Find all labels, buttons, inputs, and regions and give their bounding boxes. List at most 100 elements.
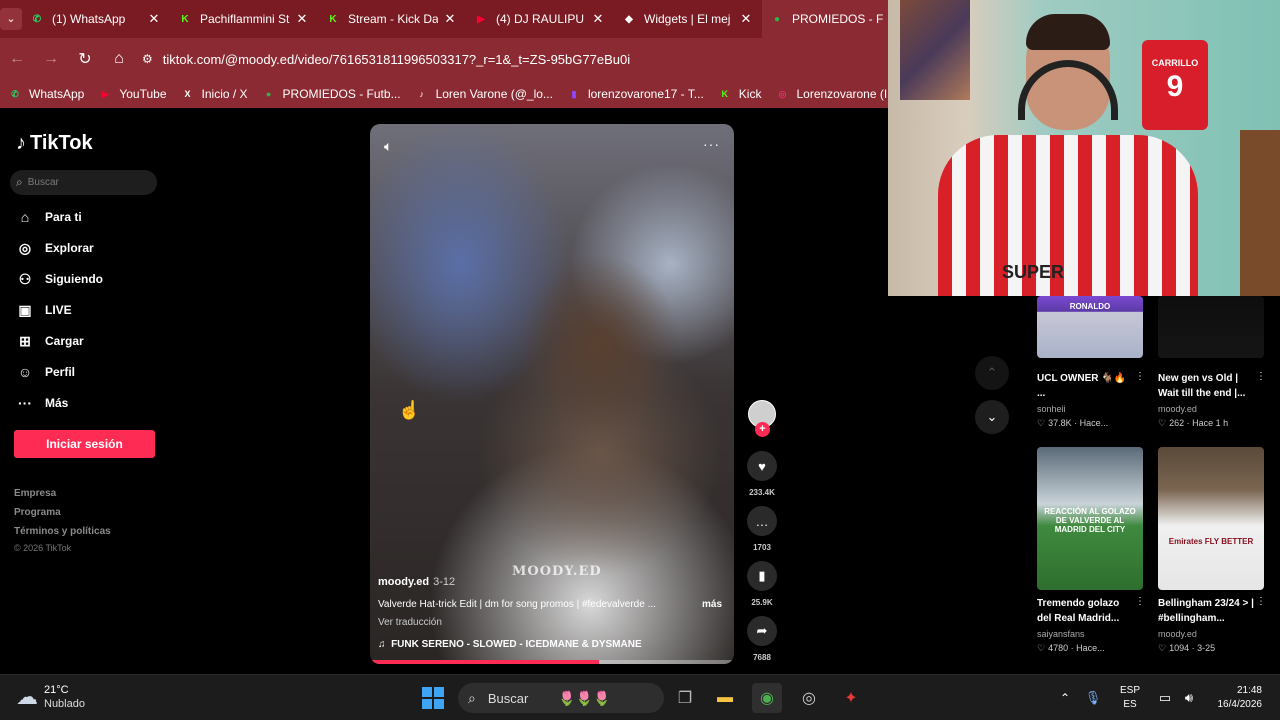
taskbar-search[interactable]: ⌕ Buscar 🌷🌷🌷 [458, 683, 664, 713]
browser-tab[interactable]: ◆ Widgets | El mej ✕ [614, 0, 762, 38]
tab-search-button[interactable]: ⌄ [0, 0, 22, 38]
more-options-icon[interactable]: ⋮ [1256, 596, 1266, 607]
login-button[interactable]: Iniciar sesión [14, 430, 155, 458]
more-icon: ··· [18, 395, 32, 411]
twitch-icon: ▮ [571, 88, 577, 99]
more-options-icon[interactable]: ⋮ [1256, 371, 1266, 382]
task-view-icon[interactable]: ❐ [670, 683, 700, 713]
bookmark-item[interactable]: ▮ lorenzovarone17 - T... [567, 87, 704, 101]
save-button[interactable]: ▮ [747, 561, 777, 591]
bookmark-item[interactable]: X Inicio / X [181, 87, 248, 101]
sidebar-item-profile[interactable]: ☺ Perfil [16, 363, 75, 381]
browser-tab[interactable]: ✆ (1) WhatsApp ✕ [22, 0, 170, 38]
browser-tab[interactable]: ▶ (4) DJ RAULIPU ✕ [466, 0, 614, 38]
video-progress-bar[interactable] [370, 660, 734, 664]
close-icon[interactable]: ✕ [294, 11, 310, 27]
address-bar[interactable]: ⚙ tiktok.com/@moody.ed/video/76165318119… [142, 52, 630, 67]
browser-tab[interactable]: K Stream - Kick Da ✕ [318, 0, 466, 38]
weather-widget[interactable]: ☁ 21°C Nublado [16, 683, 85, 711]
bookmark-item[interactable]: K Kick [718, 87, 762, 101]
footer-link-terms[interactable]: Términos y políticas [14, 526, 111, 537]
close-icon[interactable]: ✕ [738, 11, 754, 27]
taskbar-search-label: Buscar [487, 690, 529, 706]
copyright: © 2026 TikTok [14, 543, 72, 553]
close-icon[interactable]: ✕ [590, 11, 606, 27]
search-icon: ⌕ [16, 175, 23, 189]
tab-label: Pachiflammini St [200, 12, 290, 26]
whatsapp-icon: ✆ [11, 88, 19, 99]
bookmark-label: YouTube [119, 87, 167, 101]
footer-link-empresa[interactable]: Empresa [14, 488, 56, 499]
sidebar-item-compass[interactable]: ◎ Explorar [16, 239, 94, 257]
sidebar-item-live-tv[interactable]: ▣ LIVE [16, 301, 71, 319]
comment-button[interactable]: … [747, 506, 777, 536]
share-count: 7688 [753, 653, 771, 662]
close-icon[interactable]: ✕ [442, 11, 458, 27]
save-count: 25.9K [751, 598, 773, 607]
translate-link[interactable]: Ver traducción [378, 617, 442, 628]
bookmark-item[interactable]: ● PROMIEDOS - Futb... [262, 87, 401, 101]
recommended-video-thumbnail[interactable]: REACCIÓN AL GOLAZO DE VALVERDE AL MADRID… [1037, 447, 1143, 590]
share-button[interactable]: ➦ [747, 616, 777, 646]
recommended-video-author[interactable]: moody.ed [1158, 404, 1197, 414]
caption-more-button[interactable]: más [702, 599, 722, 610]
more-options-icon[interactable]: ··· [703, 136, 720, 152]
kick-icon: K [181, 13, 189, 25]
tiktok-logo[interactable]: ♪ TikTok [16, 132, 93, 155]
search-input[interactable]: ⌕ Buscar [10, 170, 157, 195]
forward-button[interactable]: → [34, 42, 68, 76]
previous-video-button[interactable]: ⌃ [975, 356, 1009, 390]
recommended-video-title[interactable]: Tremendo golazo del Real Madrid... [1037, 596, 1133, 626]
bookmark-item[interactable]: ♪ Loren Varone (@_lo... [415, 87, 553, 101]
more-options-icon[interactable]: ⋮ [1135, 596, 1145, 607]
recommended-video-author[interactable]: saiyansfans [1037, 629, 1085, 639]
tab-label: PROMIEDOS - F [792, 12, 884, 26]
recommended-video-title[interactable]: New gen vs Old | Wait till the end |... [1158, 371, 1254, 401]
microphone-icon[interactable]: 🎙︎ [1078, 683, 1108, 713]
home-button[interactable]: ⌂ [102, 42, 136, 76]
taskbar: ☁ 21°C Nublado ⌕ Buscar 🌷🌷🌷 ❐ ▬ ◉ ◎ ✦ ⌃ … [0, 674, 1280, 720]
recommended-video-title[interactable]: Bellingham 23/24 > | #bellingham... [1158, 596, 1254, 626]
language-indicator[interactable]: ESP ES [1116, 684, 1144, 712]
video-author[interactable]: moody.ed 3-12 [378, 576, 455, 588]
file-explorer-icon[interactable]: ▬ [710, 683, 740, 713]
obs-icon[interactable]: ◎ [794, 683, 824, 713]
reload-button[interactable]: ↻ [68, 42, 102, 76]
sidebar-item-following[interactable]: ⚇ Siguiendo [16, 270, 103, 288]
sidebar-item-label: Siguiendo [45, 272, 103, 286]
recommended-video-thumbnail[interactable]: Emirates FLY BETTER [1158, 447, 1264, 590]
heart-icon: ♡ [1037, 643, 1046, 653]
video-watermark: MOODY.ED [512, 564, 602, 579]
upload-icon: ⊞ [19, 332, 31, 349]
sidebar-item-upload[interactable]: ⊞ Cargar [16, 332, 84, 350]
follow-plus-icon[interactable]: + [755, 422, 770, 437]
more-options-icon[interactable]: ⋮ [1135, 371, 1145, 382]
like-button[interactable]: ♥ [747, 451, 777, 481]
chrome-icon[interactable]: ◉ [752, 683, 782, 713]
video-player[interactable]: 🔈︎ ··· MOODY.ED moody.ed 3-12 Valverde Ha… [370, 124, 734, 664]
volume-icon[interactable]: 🔈︎ [384, 138, 392, 155]
app-red-icon[interactable]: ✦ [836, 683, 866, 713]
bookmark-item[interactable]: ✆ WhatsApp [8, 87, 84, 101]
recommended-video-author[interactable]: moody.ed [1158, 629, 1197, 639]
heart-icon: ♡ [1037, 418, 1046, 428]
music-track[interactable]: ♫ FUNK SERENO - SLOWED - ICEDMANE & DYSM… [378, 639, 642, 650]
sidebar-item-more[interactable]: ··· Más [16, 394, 68, 412]
tray-chevron-up-icon[interactable]: ⌃ [1050, 683, 1080, 713]
site-info-icon[interactable]: ⚙ [142, 52, 153, 66]
bookmark-item[interactable]: ▶ YouTube [98, 87, 167, 101]
browser-tab[interactable]: K Pachiflammini St ✕ [170, 0, 318, 38]
back-button[interactable]: ← [0, 42, 34, 76]
footer-link-programa[interactable]: Programa [14, 507, 61, 518]
close-icon[interactable]: ✕ [146, 11, 162, 27]
next-video-button[interactable]: ⌄ [975, 400, 1009, 434]
clock[interactable]: 21:48 16/4/2026 [1198, 684, 1263, 712]
recommended-video-thumbnail[interactable] [1158, 296, 1264, 358]
recommended-video-author[interactable]: sonheii [1037, 404, 1066, 414]
kick-icon: K [329, 13, 337, 25]
recommended-video-thumbnail[interactable]: RONALDO [1037, 296, 1143, 358]
bookmark-label: lorenzovarone17 - T... [587, 87, 704, 101]
sidebar-item-home[interactable]: ⌂ Para ti [16, 208, 82, 226]
start-button[interactable] [422, 687, 444, 709]
recommended-video-title[interactable]: UCL OWNER 🐐🔥 ... [1037, 371, 1133, 401]
